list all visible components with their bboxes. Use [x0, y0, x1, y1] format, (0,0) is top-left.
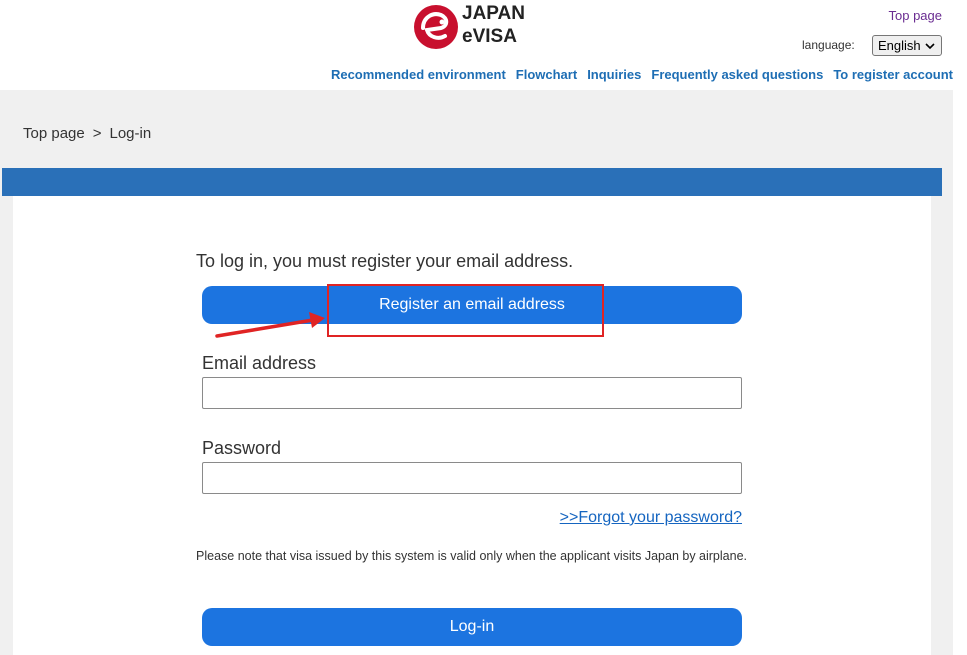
nav-faq[interactable]: Frequently asked questions	[651, 67, 823, 82]
visa-notice-text: Please note that visa issued by this sys…	[196, 549, 747, 563]
section-header-bar	[2, 168, 942, 196]
evisa-logo-icon	[414, 5, 458, 49]
forgot-password-link[interactable]: >>Forgot your password?	[560, 509, 742, 527]
breadcrumb-current: Log-in	[109, 125, 152, 142]
language-select[interactable]: English	[872, 35, 942, 56]
nav-register-account[interactable]: To register account	[833, 67, 953, 82]
logo-line-evisa: eVISA	[462, 26, 517, 47]
login-intro-text: To log in, you must register your email …	[196, 251, 574, 271]
language-label: language:	[802, 38, 855, 52]
breadcrumb-separator: >	[92, 125, 102, 142]
login-button[interactable]: Log-in	[202, 608, 742, 646]
logo-text: JAPAN eVISA	[462, 2, 525, 48]
annotation-arrow-icon	[215, 312, 325, 338]
chevron-down-icon	[925, 43, 935, 50]
nav-recommended-environment[interactable]: Recommended environment	[331, 67, 506, 82]
nav-flowchart[interactable]: Flowchart	[516, 67, 577, 82]
top-navigation: Recommended environment Flowchart Inquir…	[331, 67, 953, 82]
header: JAPAN eVISA Top page language: English R…	[0, 0, 967, 90]
top-page-link[interactable]: Top page	[889, 8, 943, 23]
breadcrumb: Top page > Log-in	[23, 125, 151, 142]
password-field[interactable]	[202, 462, 742, 494]
nav-inquiries[interactable]: Inquiries	[587, 67, 641, 82]
email-field[interactable]	[202, 377, 742, 409]
email-label: Email address	[202, 353, 317, 373]
logo-line-japan: JAPAN	[462, 3, 525, 24]
japan-evisa-logo[interactable]: JAPAN eVISA	[413, 2, 538, 50]
language-select-value: English	[878, 38, 921, 53]
breadcrumb-top-page[interactable]: Top page	[23, 125, 85, 142]
annotation-highlight-box	[327, 284, 604, 337]
password-label: Password	[202, 438, 282, 458]
